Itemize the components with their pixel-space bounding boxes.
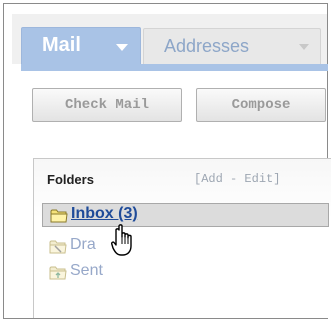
folder-item-sent[interactable]: Sent [42,261,329,285]
folder-label-inbox: Inbox (3) [71,205,138,222]
folder-label-sent: Sent [70,262,103,279]
folders-title: Folders [47,172,94,187]
tab-addresses[interactable]: Addresses [143,28,321,64]
add-folder-link[interactable]: Add [201,172,223,186]
edit-folders-link[interactable]: Edit [244,172,273,186]
tab-mail[interactable]: Mail [21,27,141,65]
tab-addresses-label: Addresses [164,36,250,56]
chevron-down-icon[interactable] [299,44,309,50]
tab-mail-label: Mail [42,34,81,56]
hand-pointer-icon [111,224,132,256]
folder-item-drafts[interactable]: Dra [42,235,329,259]
inbox-folder-icon [50,209,68,223]
check-mail-button[interactable]: Check Mail [32,88,182,122]
chevron-down-icon[interactable] [116,44,128,51]
folders-panel: Folders [Add - Edit] Inbox (3) Dra Sent [33,158,331,318]
folder-item-inbox[interactable]: Inbox (3) [42,203,329,227]
tab-underline [21,64,328,71]
actions-separator: - [222,172,245,186]
sent-folder-icon [49,266,67,280]
bracket-close: ] [273,172,281,186]
compose-button[interactable]: Compose [196,88,326,122]
folders-actions: [Add - Edit] [194,172,280,186]
drafts-folder-icon [49,240,67,254]
folder-label-drafts: Dra [70,236,96,253]
